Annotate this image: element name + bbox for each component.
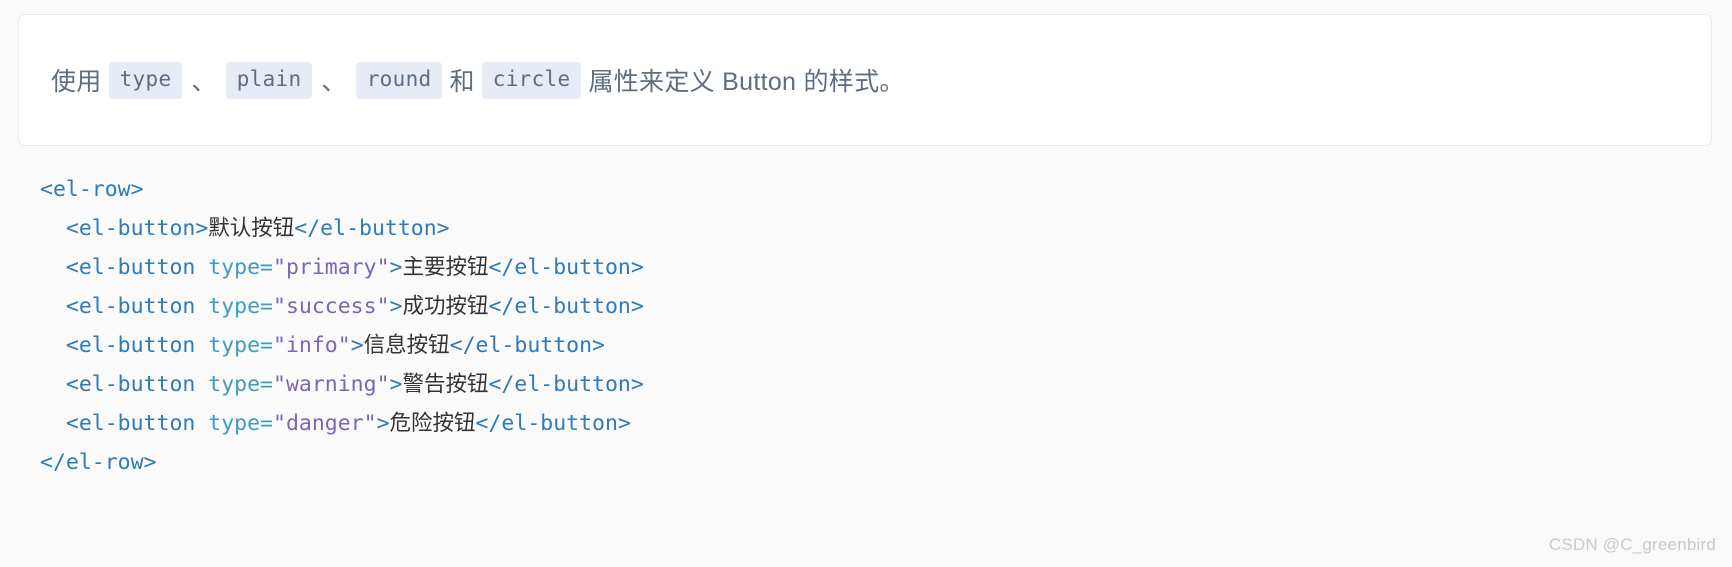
code-line: <el-button type="warning">警告按钮</el-butto… [40, 365, 1732, 404]
code-token-tag: > [350, 333, 364, 358]
inline-code-chip-type: type [108, 61, 183, 99]
description-text: 使用 type 、 plain 、 round 和 circle 属性来定义 B… [51, 15, 1691, 145]
description-separator-1: 、 [191, 68, 217, 96]
code-token-tag: </el-button> [488, 294, 644, 319]
code-token-string: "primary" [273, 255, 390, 280]
code-token-text: 主要按钮 [402, 255, 489, 280]
code-token-tag: <el-button [65, 411, 209, 436]
code-token-attr: type= [208, 333, 274, 358]
code-token-tag: > [389, 255, 403, 280]
code-line: <el-button>默认按钮</el-button> [40, 209, 1732, 248]
code-token-string: "success" [273, 294, 390, 319]
code-token-text: 警告按钮 [402, 372, 489, 397]
code-token-attr: type= [208, 255, 274, 280]
code-token-attr: type= [208, 372, 274, 397]
code-token-tag: > [376, 411, 390, 436]
code-token-tag: <el-button [65, 333, 209, 358]
code-line: <el-button type="info">信息按钮</el-button> [40, 326, 1732, 365]
code-token-tag: <el-button [65, 294, 209, 319]
code-token-tag: > [389, 294, 403, 319]
code-token-tag: </el-button> [488, 255, 644, 280]
description-separator-2: 、 [321, 68, 347, 96]
code-token-string: "warning" [273, 372, 390, 397]
code-token-string: "info" [273, 333, 351, 358]
code-line: <el-button type="primary">主要按钮</el-butto… [40, 248, 1732, 287]
code-line: <el-button type="success">成功按钮</el-butto… [40, 287, 1732, 326]
code-token-tag: </el-button> [488, 372, 644, 397]
watermark: CSDN @C_greenbird [1548, 535, 1716, 554]
code-token-text: 默认按钮 [208, 216, 295, 241]
code-token-tag: <el-button [65, 255, 209, 280]
description-suffix: 属性来定义 Button 的样式。 [588, 68, 905, 96]
code-token-tag: </el-button> [449, 333, 605, 358]
code-token-text: 成功按钮 [402, 294, 489, 319]
code-token-tag: > [389, 372, 403, 397]
code-line: <el-row> [40, 170, 1732, 209]
code-token-text: 信息按钮 [363, 333, 450, 358]
code-token-tag: <el-button> [65, 216, 209, 241]
code-token-attr: type= [208, 411, 274, 436]
description-prefix: 使用 [51, 68, 102, 96]
code-token-text: 危险按钮 [389, 411, 476, 436]
inline-code-chip-round: round [355, 61, 443, 99]
code-token-tag: <el-row> [40, 177, 144, 202]
inline-code-chip-circle: circle [481, 61, 582, 99]
code-token-tag: <el-button [65, 372, 209, 397]
description-conjunction: 和 [449, 68, 475, 96]
code-line: <el-button type="danger">危险按钮</el-button… [40, 404, 1732, 443]
code-token-tag: </el-button> [294, 216, 450, 241]
description-card: 使用 type 、 plain 、 round 和 circle 属性来定义 B… [18, 14, 1712, 146]
code-token-tag: </el-button> [475, 411, 631, 436]
code-token-attr: type= [208, 294, 274, 319]
inline-code-chip-plain: plain [225, 61, 313, 99]
code-line: </el-row> [40, 443, 1732, 482]
code-block: <el-row> <el-button>默认按钮</el-button> <el… [0, 170, 1732, 482]
code-token-tag: </el-row> [40, 450, 157, 475]
code-token-string: "danger" [273, 411, 377, 436]
